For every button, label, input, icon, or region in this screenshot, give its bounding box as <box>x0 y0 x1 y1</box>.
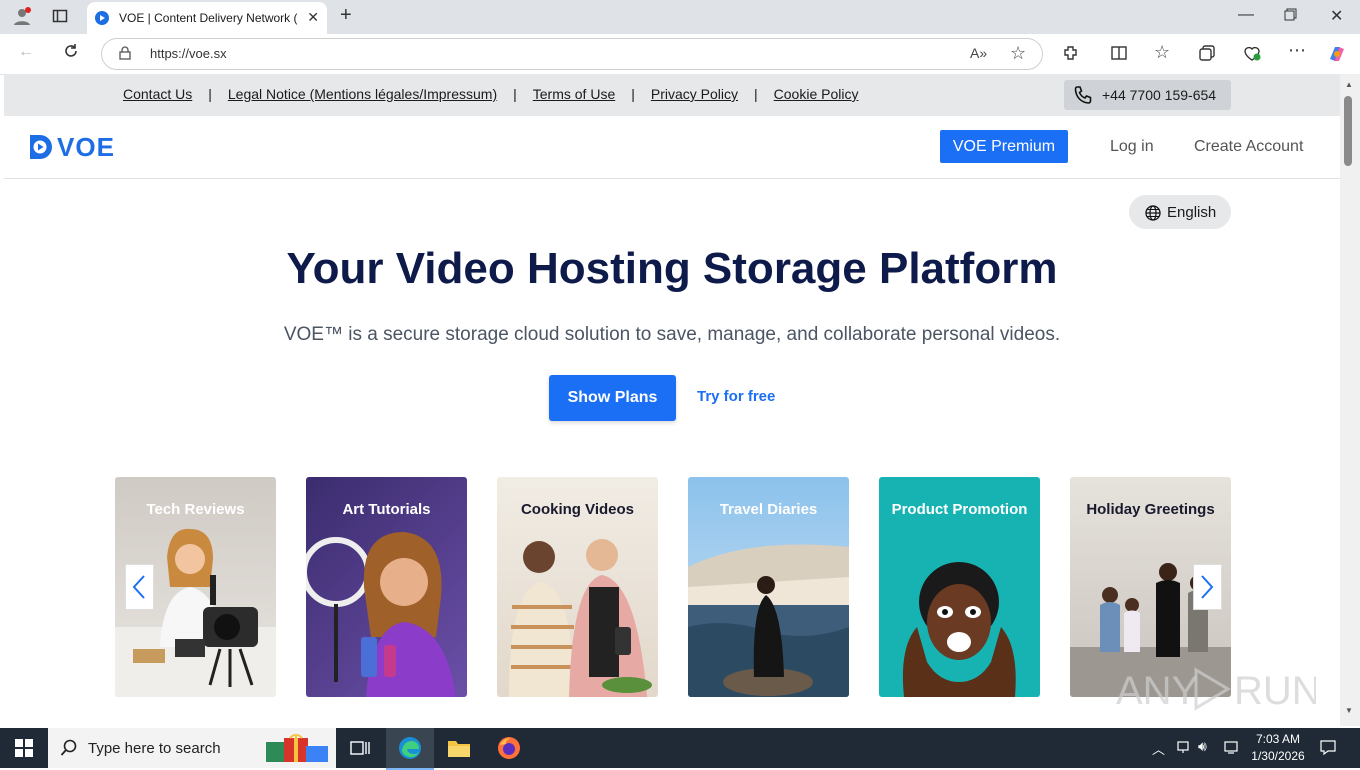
favorite-star-icon[interactable]: ☆ <box>1010 43 1026 64</box>
link-separator: | <box>631 86 635 102</box>
restore-icon[interactable] <box>1284 8 1297 26</box>
file-explorer-icon[interactable] <box>447 737 471 764</box>
page-scrollbar[interactable]: ▲ ▼ <box>1340 74 1360 726</box>
refresh-icon[interactable] <box>62 42 80 65</box>
carousel-prev-button[interactable] <box>125 564 154 610</box>
category-card-cooking-videos[interactable]: Cooking Videos <box>497 477 658 697</box>
close-tab-icon[interactable]: ✕ <box>307 9 319 26</box>
favorites-icon[interactable]: ☆ <box>1154 42 1170 63</box>
browser-tab-active[interactable]: VOE | Content Delivery Network ( ✕ <box>87 2 327 34</box>
try-for-free-link[interactable]: Try for free <box>697 388 775 405</box>
taskbar-edge-app[interactable] <box>386 728 434 770</box>
volume-icon[interactable]: 🔊︎ <box>1198 738 1207 755</box>
link-separator: | <box>513 86 517 102</box>
cookie-policy-link[interactable]: Cookie Policy <box>774 86 859 102</box>
split-screen-icon[interactable] <box>1110 44 1128 67</box>
legal-links: Contact Us | Legal Notice (Mentions légale… <box>123 86 858 102</box>
contact-us-link[interactable]: Contact Us <box>123 86 192 102</box>
anyrun-watermark-logo: ANY RUN <box>1116 667 1316 713</box>
url-field[interactable]: https://voe.sx A» ☆ <box>101 38 1043 70</box>
carousel-next-button[interactable] <box>1193 564 1222 610</box>
chevron-left-icon <box>132 575 145 599</box>
logo-text: VOE <box>57 132 115 162</box>
notifications-icon[interactable] <box>1320 739 1336 758</box>
tray-overflow-icon[interactable]: ︿ <box>1152 739 1165 758</box>
card-title: Art Tutorials <box>342 501 431 518</box>
firefox-icon[interactable] <box>497 736 521 765</box>
phone-number: +44 7700 159-654 <box>1102 87 1217 103</box>
language-label: English <box>1167 204 1217 221</box>
login-link[interactable]: Log in <box>1110 138 1154 156</box>
svg-text:RUN: RUN <box>1234 669 1316 713</box>
browser-tab-bar: VOE | Content Delivery Network ( ✕ + — ✕ <box>0 0 1360 34</box>
hero-title: Your Video Hosting Storage Platform <box>286 244 1058 293</box>
task-view-icon[interactable] <box>350 739 370 762</box>
hero-subtitle: VOE™ is a secure storage cloud solution … <box>283 324 1061 345</box>
new-tab-icon[interactable]: + <box>340 4 352 27</box>
terms-of-use-link[interactable]: Terms of Use <box>533 86 615 102</box>
voe-favicon-icon <box>95 11 109 25</box>
voe-logo-icon <box>30 135 52 159</box>
search-icon <box>60 739 77 756</box>
more-menu-icon[interactable]: ⋯ <box>1288 40 1306 61</box>
back-icon[interactable]: ← <box>18 43 34 61</box>
card-title: Holiday Greetings <box>1086 501 1215 518</box>
tab-actions-icon[interactable] <box>52 8 68 29</box>
url-text: https://voe.sx <box>150 46 227 61</box>
create-account-link[interactable]: Create Account <box>1194 138 1303 156</box>
taskbar-search[interactable]: Type here to search <box>48 728 336 768</box>
card-title: Travel Diaries <box>719 501 818 518</box>
scroll-down-icon[interactable]: ▼ <box>1345 706 1353 715</box>
profile-icon[interactable] <box>12 6 32 31</box>
link-separator: | <box>754 86 758 102</box>
edge-icon <box>399 737 421 759</box>
globe-icon <box>1145 205 1161 221</box>
collections-icon[interactable] <box>1198 44 1216 67</box>
category-card-art-tutorials[interactable]: Art Tutorials <box>306 477 467 697</box>
top-info-bar: Contact Us | Legal Notice (Mentions légale… <box>4 74 1340 116</box>
category-card-travel-diaries[interactable]: Travel Diaries <box>688 477 849 697</box>
svg-text:ANY: ANY <box>1116 669 1198 713</box>
card-title: Tech Reviews <box>146 501 245 518</box>
clock-date[interactable]: 1/30/2026 <box>1246 749 1310 763</box>
lock-icon <box>119 46 131 60</box>
extensions-icon[interactable] <box>1062 44 1080 67</box>
web-page: Contact Us | Legal Notice (Mentions légale… <box>4 74 1340 726</box>
copilot-icon[interactable] <box>1326 43 1348 70</box>
address-bar-row: ← https://voe.sx A» ☆ ☆ ⋯ <box>0 34 1360 75</box>
site-header: VOE VOE Premium Log in Create Account <box>4 116 1340 179</box>
minimize-icon[interactable]: — <box>1238 6 1254 24</box>
privacy-policy-link[interactable]: Privacy Policy <box>651 86 738 102</box>
search-placeholder: Type here to search <box>88 740 221 757</box>
legal-notice-link[interactable]: Legal Notice (Mentions légales/Impressum… <box>228 86 497 102</box>
scroll-up-icon[interactable]: ▲ <box>1345 80 1353 89</box>
browser-essentials-icon[interactable] <box>1242 44 1262 67</box>
windows-taskbar: Type here to search ︿ 🔊︎ 7:03 AM 1/30/20… <box>0 728 1360 770</box>
close-window-icon[interactable]: ✕ <box>1330 6 1343 26</box>
link-separator: | <box>208 86 212 102</box>
windows-start-icon[interactable] <box>15 739 33 762</box>
tab-title: VOE | Content Delivery Network ( <box>119 11 297 25</box>
card-title: Cooking Videos <box>520 501 635 518</box>
scrollbar-thumb[interactable] <box>1344 96 1352 166</box>
clock-time[interactable]: 7:03 AM <box>1250 732 1306 746</box>
gifts-icon <box>266 734 328 762</box>
card-title: Product Promotion <box>891 501 1028 518</box>
network-tray-icon[interactable] <box>1176 740 1190 757</box>
chevron-right-icon <box>1201 575 1214 599</box>
read-aloud-icon[interactable]: A» <box>970 45 987 61</box>
language-selector[interactable]: English <box>1129 195 1231 229</box>
category-card-product-promotion[interactable]: Product Promotion <box>879 477 1040 697</box>
ime-icon[interactable] <box>1224 740 1238 757</box>
voe-premium-button[interactable]: VOE Premium <box>940 130 1068 163</box>
show-plans-button[interactable]: Show Plans <box>549 375 676 421</box>
phone-contact[interactable]: +44 7700 159-654 <box>1064 80 1231 110</box>
phone-icon <box>1074 86 1092 104</box>
